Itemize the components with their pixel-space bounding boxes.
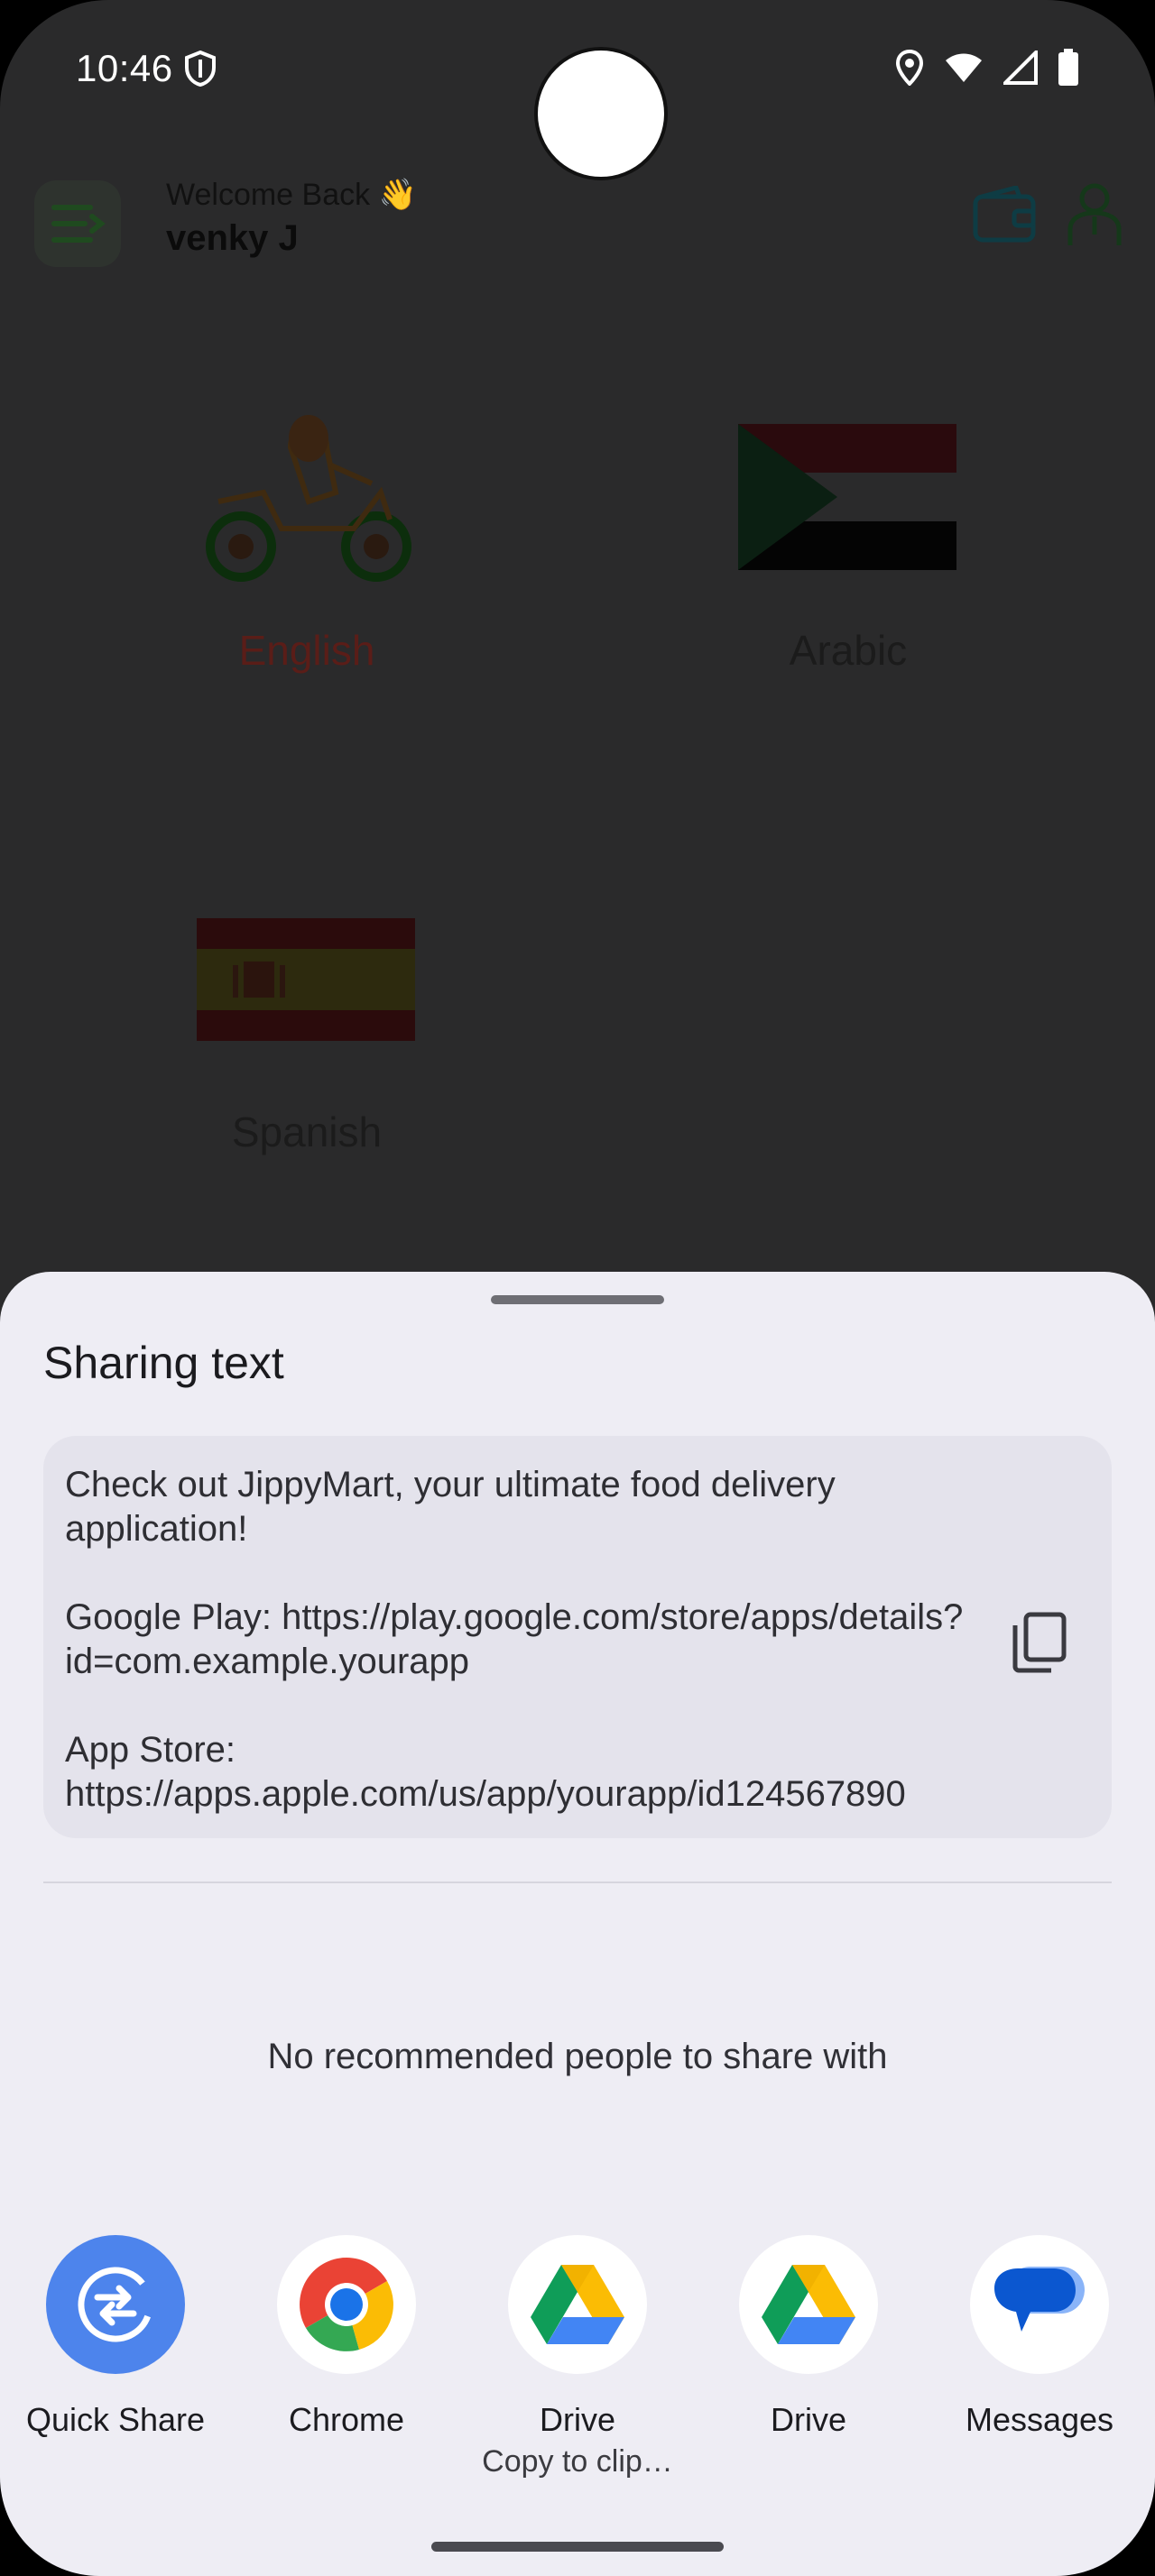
quick-share-icon [46, 2235, 185, 2374]
drive-icon [508, 2235, 647, 2374]
messages-icon [970, 2235, 1109, 2374]
status-icons [895, 48, 1079, 91]
wifi-icon [944, 51, 984, 88]
app-label: Drive [770, 2401, 846, 2438]
shield-icon [184, 50, 217, 91]
welcome-text: Welcome Back 👋 [166, 178, 417, 212]
divider [43, 1881, 1112, 1883]
app-label: Chrome [288, 2401, 405, 2438]
language-spanish[interactable]: Spanish [126, 1108, 487, 1156]
app-label: Quick Share [25, 2401, 206, 2438]
no-people-message: No recommended people to share with [267, 2037, 888, 2076]
sheet-title: Sharing text [43, 1338, 284, 1388]
app-label: Drive [539, 2401, 615, 2438]
copy-to-clipboard-label[interactable]: Copy to clip… [0, 2444, 1155, 2479]
drive-icon [739, 2235, 878, 2374]
sudan-flag-icon[interactable] [738, 424, 956, 575]
menu-button[interactable] [34, 180, 121, 267]
app-label: Messages [965, 2401, 1114, 2438]
share-sheet: Sharing text Check out JippyMart, your u… [0, 1272, 1155, 2576]
language-arabic[interactable]: Arabic [668, 626, 1029, 675]
language-english[interactable]: English [126, 626, 487, 675]
status-bar: 10:46 [0, 0, 1155, 180]
signal-icon [1001, 48, 1038, 89]
copy-icon [1012, 1612, 1067, 1673]
share-target-drive[interactable]: Drive [700, 2235, 917, 2439]
profile-icon[interactable] [1063, 180, 1126, 253]
scooter-rider-icon[interactable] [200, 411, 413, 587]
share-target-messages[interactable]: Messages [931, 2235, 1148, 2439]
shared-text-preview: Check out JippyMart, your ultimate food … [43, 1436, 1112, 1838]
battery-icon [1058, 49, 1079, 91]
menu-icon [51, 205, 106, 243]
front-camera [534, 47, 668, 180]
copy-button[interactable] [1000, 1604, 1077, 1681]
chrome-icon [277, 2235, 416, 2374]
status-time: 10:46 [76, 47, 173, 89]
wallet-icon[interactable] [973, 185, 1036, 248]
user-name: venky J [166, 218, 299, 258]
spain-flag-icon[interactable] [197, 918, 415, 1045]
location-icon [895, 49, 924, 90]
share-target-drive[interactable]: Drive [469, 2235, 686, 2439]
device-screen: 10:46 Welcome Back 👋 venky J English Ara… [0, 0, 1155, 2576]
share-target-quick-share[interactable]: Quick Share [7, 2235, 224, 2439]
share-target-chrome[interactable]: Chrome [238, 2235, 455, 2439]
drag-handle[interactable] [491, 1295, 664, 1304]
shared-text: Check out JippyMart, your ultimate food … [65, 1465, 964, 1814]
home-indicator[interactable] [431, 2542, 724, 2552]
